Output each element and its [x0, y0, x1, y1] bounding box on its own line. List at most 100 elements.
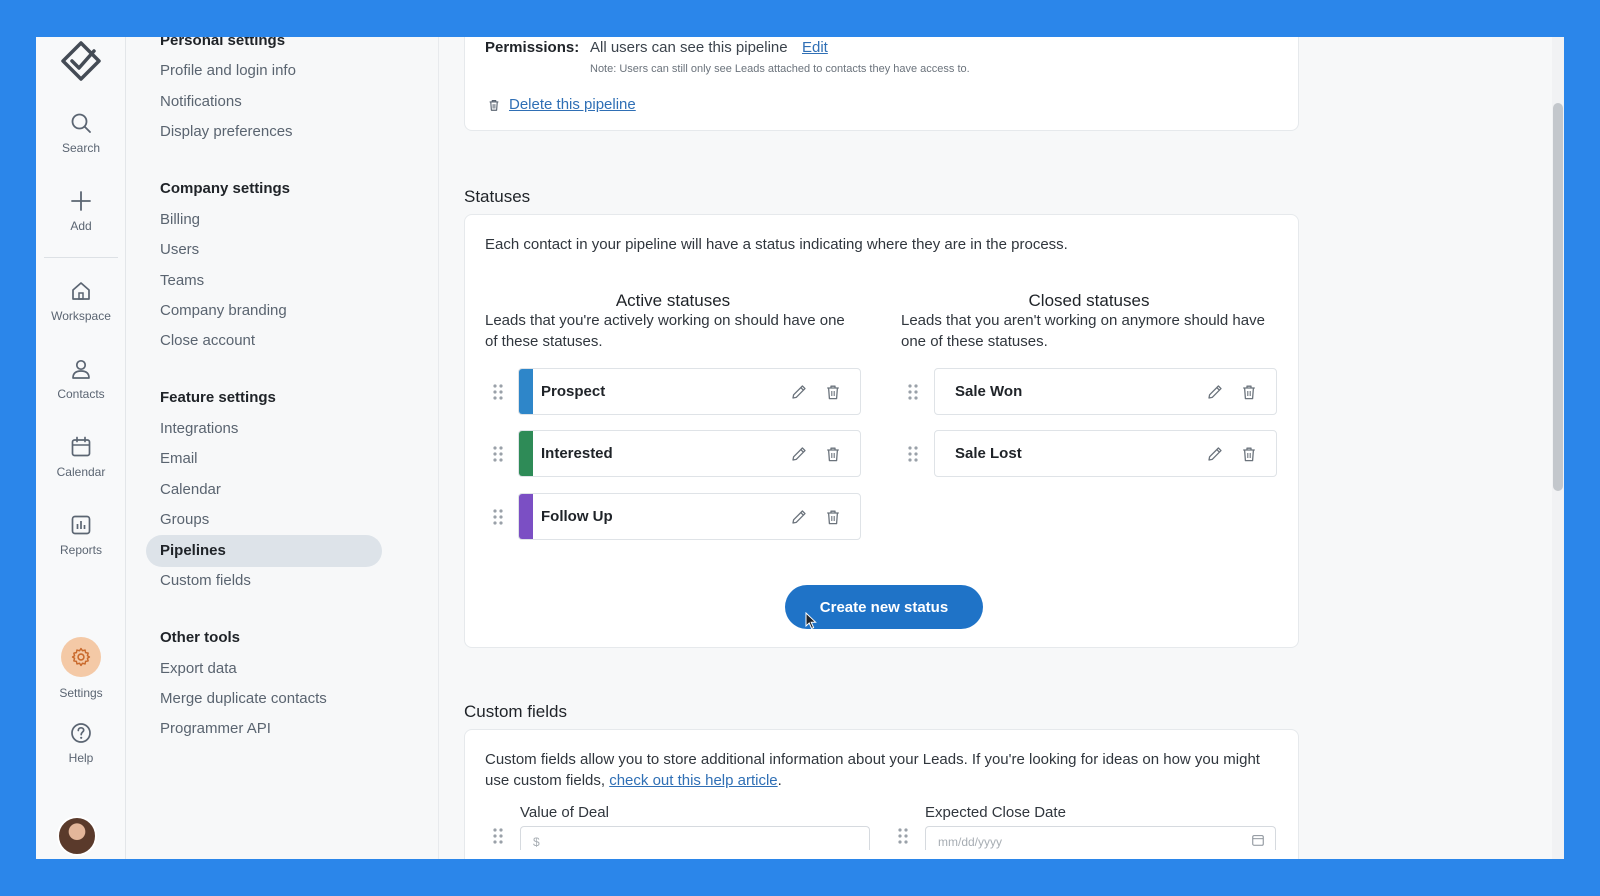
permissions-note: Note: Users can still only see Leads att…: [590, 63, 970, 75]
status-sale-won[interactable]: Sale Won: [934, 368, 1277, 415]
closed-statuses-title: Closed statuses: [1028, 291, 1150, 310]
custom-fields-description-text: Custom fields allow you to store additio…: [485, 751, 1260, 789]
drag-handle-icon[interactable]: [492, 508, 504, 526]
pencil-icon[interactable]: [790, 508, 808, 526]
drag-handle-icon[interactable]: [907, 383, 919, 401]
nav-item-display-preferences[interactable]: Display preferences: [160, 123, 293, 140]
status-color-bar: [519, 494, 533, 539]
settings-nav: Personal settings Profile and login info…: [126, 37, 439, 859]
rail-search[interactable]: Search: [36, 111, 126, 155]
permissions-inner: Permissions: All users can see this pipe…: [465, 38, 1298, 140]
rail-label: Search: [61, 141, 101, 155]
custom-fields-description: Custom fields allow you to store additio…: [485, 749, 1285, 791]
nav-heading-company: Company settings: [160, 180, 291, 197]
rail-label: Reports: [59, 543, 103, 557]
home-icon: [72, 282, 90, 300]
calendar-icon[interactable]: [1251, 833, 1265, 847]
drag-handle-icon[interactable]: [492, 827, 504, 845]
nav-item-close-account[interactable]: Close account: [160, 332, 255, 349]
drag-handle-icon[interactable]: [492, 383, 504, 401]
statuses-title: Statuses: [464, 187, 531, 206]
settings-icon-bg: [61, 637, 101, 677]
rail-label: Workspace: [51, 309, 111, 323]
chart-icon: [71, 515, 91, 535]
nav-heading-other: Other tools: [160, 629, 241, 646]
help-icon: [71, 723, 91, 743]
rail-settings[interactable]: Settings: [36, 637, 126, 700]
pencil-icon[interactable]: [790, 383, 808, 401]
mouse-cursor-icon: [805, 612, 817, 630]
custom-fields-card: Custom fields allow you to store additio…: [464, 729, 1299, 859]
permissions-edit-link[interactable]: Edit: [802, 39, 828, 56]
main-content: Permissions: All users can see this pipe…: [439, 37, 1564, 859]
help-article-link[interactable]: check out this help article: [609, 772, 777, 789]
user-avatar[interactable]: [57, 816, 97, 856]
trash-icon[interactable]: [824, 383, 842, 401]
nav-heading-feature: Feature settings: [160, 389, 276, 406]
rail-contacts[interactable]: Contacts: [36, 357, 126, 401]
status-prospect[interactable]: Prospect: [518, 368, 861, 415]
plus-icon: [71, 191, 91, 211]
permissions-value: All users can see this pipeline: [590, 39, 788, 56]
nav-item-users[interactable]: Users: [160, 241, 199, 258]
nav-item-integrations[interactable]: Integrations: [160, 420, 238, 437]
nav-item-profile[interactable]: Profile and login info: [160, 62, 296, 79]
nav-item-notifications[interactable]: Notifications: [160, 93, 242, 110]
custom-fields-description-end: .: [777, 772, 782, 789]
nav-item-company-branding[interactable]: Company branding: [160, 302, 287, 319]
drag-handle-icon[interactable]: [907, 445, 919, 463]
status-name: Prospect: [541, 383, 606, 400]
pencil-icon[interactable]: [1206, 445, 1224, 463]
nav-item-merge-duplicates[interactable]: Merge duplicate contacts: [160, 690, 327, 707]
rail-add[interactable]: Add: [36, 189, 126, 233]
status-sale-lost[interactable]: Sale Lost: [934, 430, 1277, 477]
trash-icon[interactable]: [1240, 383, 1258, 401]
nav-item-programmer-api[interactable]: Programmer API: [160, 720, 271, 737]
rail-reports[interactable]: Reports: [36, 513, 126, 557]
trash-icon: [489, 99, 499, 111]
delete-pipeline-label: Delete this pipeline: [509, 96, 636, 113]
value-of-deal-input[interactable]: $: [520, 826, 870, 850]
scrollbar-track[interactable]: [1552, 37, 1564, 859]
nav-item-custom-fields[interactable]: Custom fields: [160, 572, 251, 589]
nav-item-billing[interactable]: Billing: [160, 211, 200, 228]
trash-icon[interactable]: [824, 508, 842, 526]
nav-item-groups[interactable]: Groups: [160, 511, 209, 528]
drag-handle-icon[interactable]: [897, 827, 909, 845]
expected-close-date-input[interactable]: mm/dd/yyyy: [925, 826, 1276, 850]
nav-item-pipelines[interactable]: Pipelines: [160, 542, 226, 559]
rail-label: Add: [70, 219, 92, 233]
trash-icon[interactable]: [1240, 445, 1258, 463]
scrollbar-thumb[interactable]: [1553, 103, 1563, 491]
delete-pipeline-link[interactable]: Delete this pipeline: [487, 96, 636, 113]
rail-divider: [44, 257, 118, 258]
nav-item-teams[interactable]: Teams: [160, 272, 204, 289]
rail-calendar[interactable]: Calendar: [36, 435, 126, 479]
active-statuses-subtitle: Leads that you're actively working on sh…: [485, 312, 845, 350]
statuses-description: Each contact in your pipeline will have …: [485, 236, 1068, 253]
status-interested[interactable]: Interested: [518, 430, 861, 477]
pencil-icon[interactable]: [1206, 383, 1224, 401]
nav-item-email[interactable]: Email: [160, 450, 198, 467]
status-name: Sale Won: [955, 383, 1023, 400]
drag-handle-icon[interactable]: [492, 445, 504, 463]
rail-label: Settings: [59, 686, 103, 700]
pencil-icon[interactable]: [790, 445, 808, 463]
rail-label: Calendar: [56, 465, 106, 479]
status-name: Follow Up: [541, 508, 613, 525]
rail-workspace[interactable]: Workspace: [36, 279, 126, 323]
nav-item-calendar[interactable]: Calendar: [160, 481, 221, 498]
permissions-label: Permissions:: [485, 39, 580, 56]
nav-item-export-data[interactable]: Export data: [160, 660, 237, 677]
rail-help[interactable]: Help: [36, 721, 126, 765]
rail-label: Help: [68, 751, 94, 765]
expected-close-date-placeholder: mm/dd/yyyy: [938, 835, 1003, 849]
rail-label: Contacts: [57, 387, 105, 401]
trash-icon[interactable]: [824, 445, 842, 463]
value-of-deal-placeholder: $: [533, 835, 540, 849]
closed-statuses-subtitle: Leads that you aren't working on anymore…: [901, 312, 1265, 350]
status-follow-up[interactable]: Follow Up: [518, 493, 861, 540]
status-name: Interested: [541, 445, 613, 462]
permissions-card: Permissions: All users can see this pipe…: [464, 37, 1299, 131]
app-logo-icon[interactable]: [58, 39, 104, 83]
